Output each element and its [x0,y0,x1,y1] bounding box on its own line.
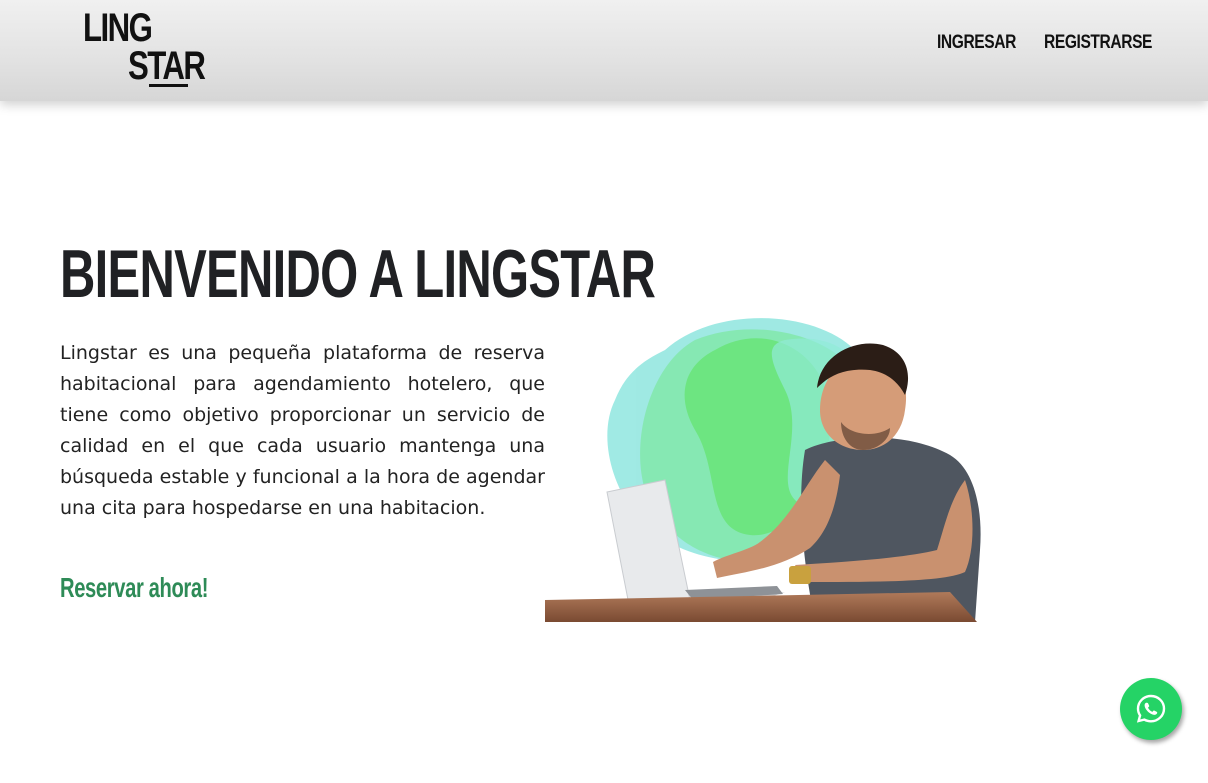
logo-line-1: LING [83,6,153,50]
nav-register-link[interactable]: REGISTRARSE [1044,32,1152,54]
lingstar-logo[interactable]: LING STAR [83,8,213,90]
whatsapp-icon [1136,694,1166,723]
logo-line-2: STAR [128,44,206,88]
nav-login-link[interactable]: INGRESAR [937,32,1016,54]
logo-underline [149,84,188,87]
hero-description: Lingstar es una pequeña plataforma de re… [60,342,545,519]
reserve-now-link[interactable]: Reservar ahora! [60,572,208,604]
hero-illustration [545,310,985,622]
site-header: LING STAR INGRESAR REGISTRARSE [0,0,1208,101]
whatsapp-button[interactable] [1120,678,1182,740]
table [545,592,977,622]
hero-title: BIENVENIDO A LINGSTAR [60,236,656,312]
